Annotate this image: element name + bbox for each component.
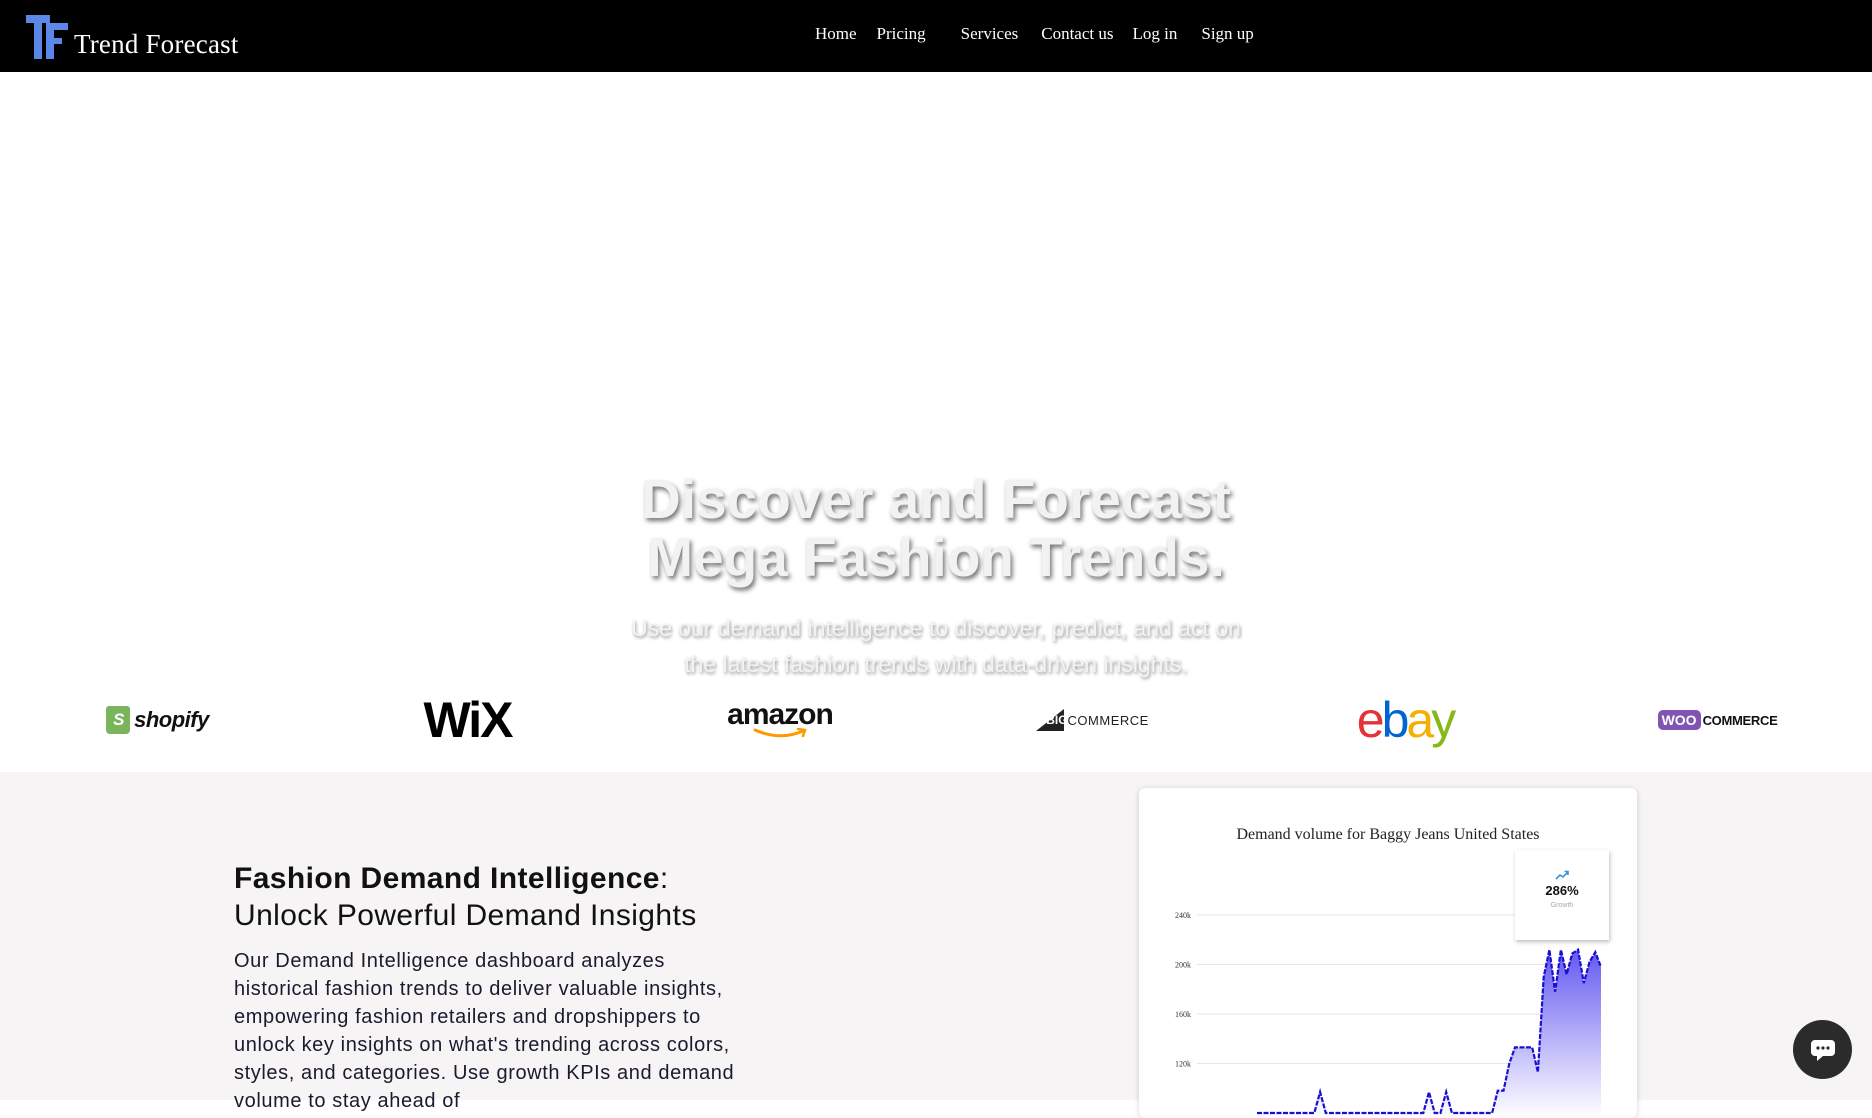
ebay-logo: e b a y — [1350, 692, 1460, 748]
nav-log-in[interactable]: Log in — [1133, 24, 1178, 44]
shopify-wordmark: shopify — [134, 707, 209, 732]
ebay-letter-b: b — [1381, 692, 1410, 748]
y-tick-label: 200k — [1175, 961, 1191, 970]
hero-title-line-2: Mega Fashion Trends. — [647, 526, 1225, 588]
hero-title: Discover and Forecast Mega Fashion Trend… — [0, 470, 1872, 586]
nav-sign-up[interactable]: Sign up — [1201, 24, 1253, 44]
chat-bubble-icon — [1810, 1039, 1835, 1061]
bigcommerce-big-text: BIG — [1046, 713, 1068, 727]
hero-subtitle-line-1: Use our demand intelligence to discover,… — [631, 615, 1241, 641]
section-heading-bold: Fashion Demand Intelligence — [234, 862, 660, 895]
nav-contact-us[interactable]: Contact us — [1041, 24, 1113, 44]
growth-label: Growth — [1550, 902, 1574, 909]
section-heading-rest: Unlock Powerful Demand Insights — [234, 899, 697, 932]
ebay-letter-e: e — [1356, 692, 1385, 748]
y-tick-label: 240k — [1175, 911, 1191, 920]
top-navbar: Trend Forecast Home Pricing Services Con… — [0, 0, 1872, 72]
woocommerce-logo: WOO COMMERCE — [1657, 695, 1778, 745]
bigcommerce-commerce-text: COMMERCE — [1067, 712, 1149, 728]
nav-services[interactable]: Services — [961, 24, 1019, 44]
trending-up-icon — [1555, 870, 1569, 880]
main-nav: Home Pricing Services Contact us Log in … — [815, 24, 1254, 44]
shopify-logo: shopify — [100, 695, 215, 745]
ebay-letter-a: a — [1406, 692, 1434, 748]
section-heading: Fashion Demand Intelligence: Unlock Powe… — [234, 860, 794, 934]
section-heading-colon: : — [659, 862, 669, 895]
hero-title-line-1: Discover and Forecast — [641, 468, 1231, 530]
nav-home[interactable]: Home — [815, 24, 857, 44]
section-description: Our Demand Intelligence dashboard analyz… — [234, 950, 735, 1112]
site-logo[interactable]: Trend Forecast — [24, 14, 239, 62]
y-tick-label: 160k — [1175, 1010, 1191, 1019]
woocommerce-text: COMMERCE — [1702, 712, 1778, 728]
y-tick-label: 120k — [1175, 1060, 1191, 1069]
wix-wordmark: WiX — [423, 692, 514, 748]
growth-kpi-card: 286% Growth — [1515, 850, 1609, 940]
woo-badge: WOO — [1657, 710, 1701, 730]
demand-chart-card: Demand volume for Baggy Jeans United Sta… — [1139, 788, 1637, 1118]
amazon-wordmark: amazon — [727, 698, 834, 731]
growth-value: 286% — [1545, 883, 1579, 898]
nav-pricing[interactable]: Pricing — [877, 24, 926, 44]
hero-subtitle: Use our demand intelligence to discover,… — [0, 610, 1872, 682]
chat-widget-button[interactable] — [1793, 1020, 1852, 1079]
shopify-bag-icon — [106, 706, 131, 734]
tf-logo-icon — [24, 14, 76, 62]
hero-subtitle-line-2: the latest fashion trends with data-driv… — [684, 651, 1188, 677]
wix-logo: WiX — [410, 692, 525, 748]
bigcommerce-logo: BIG COMMERCE — [1036, 695, 1148, 745]
amazon-logo: amazon — [725, 695, 835, 745]
demand-area-chart: 240k 200k 160k 120k — [1175, 911, 1603, 1118]
logo-text: Trend Forecast — [74, 29, 239, 59]
ebay-letter-y: y — [1431, 692, 1456, 748]
amazon-smile-icon — [753, 728, 807, 738]
